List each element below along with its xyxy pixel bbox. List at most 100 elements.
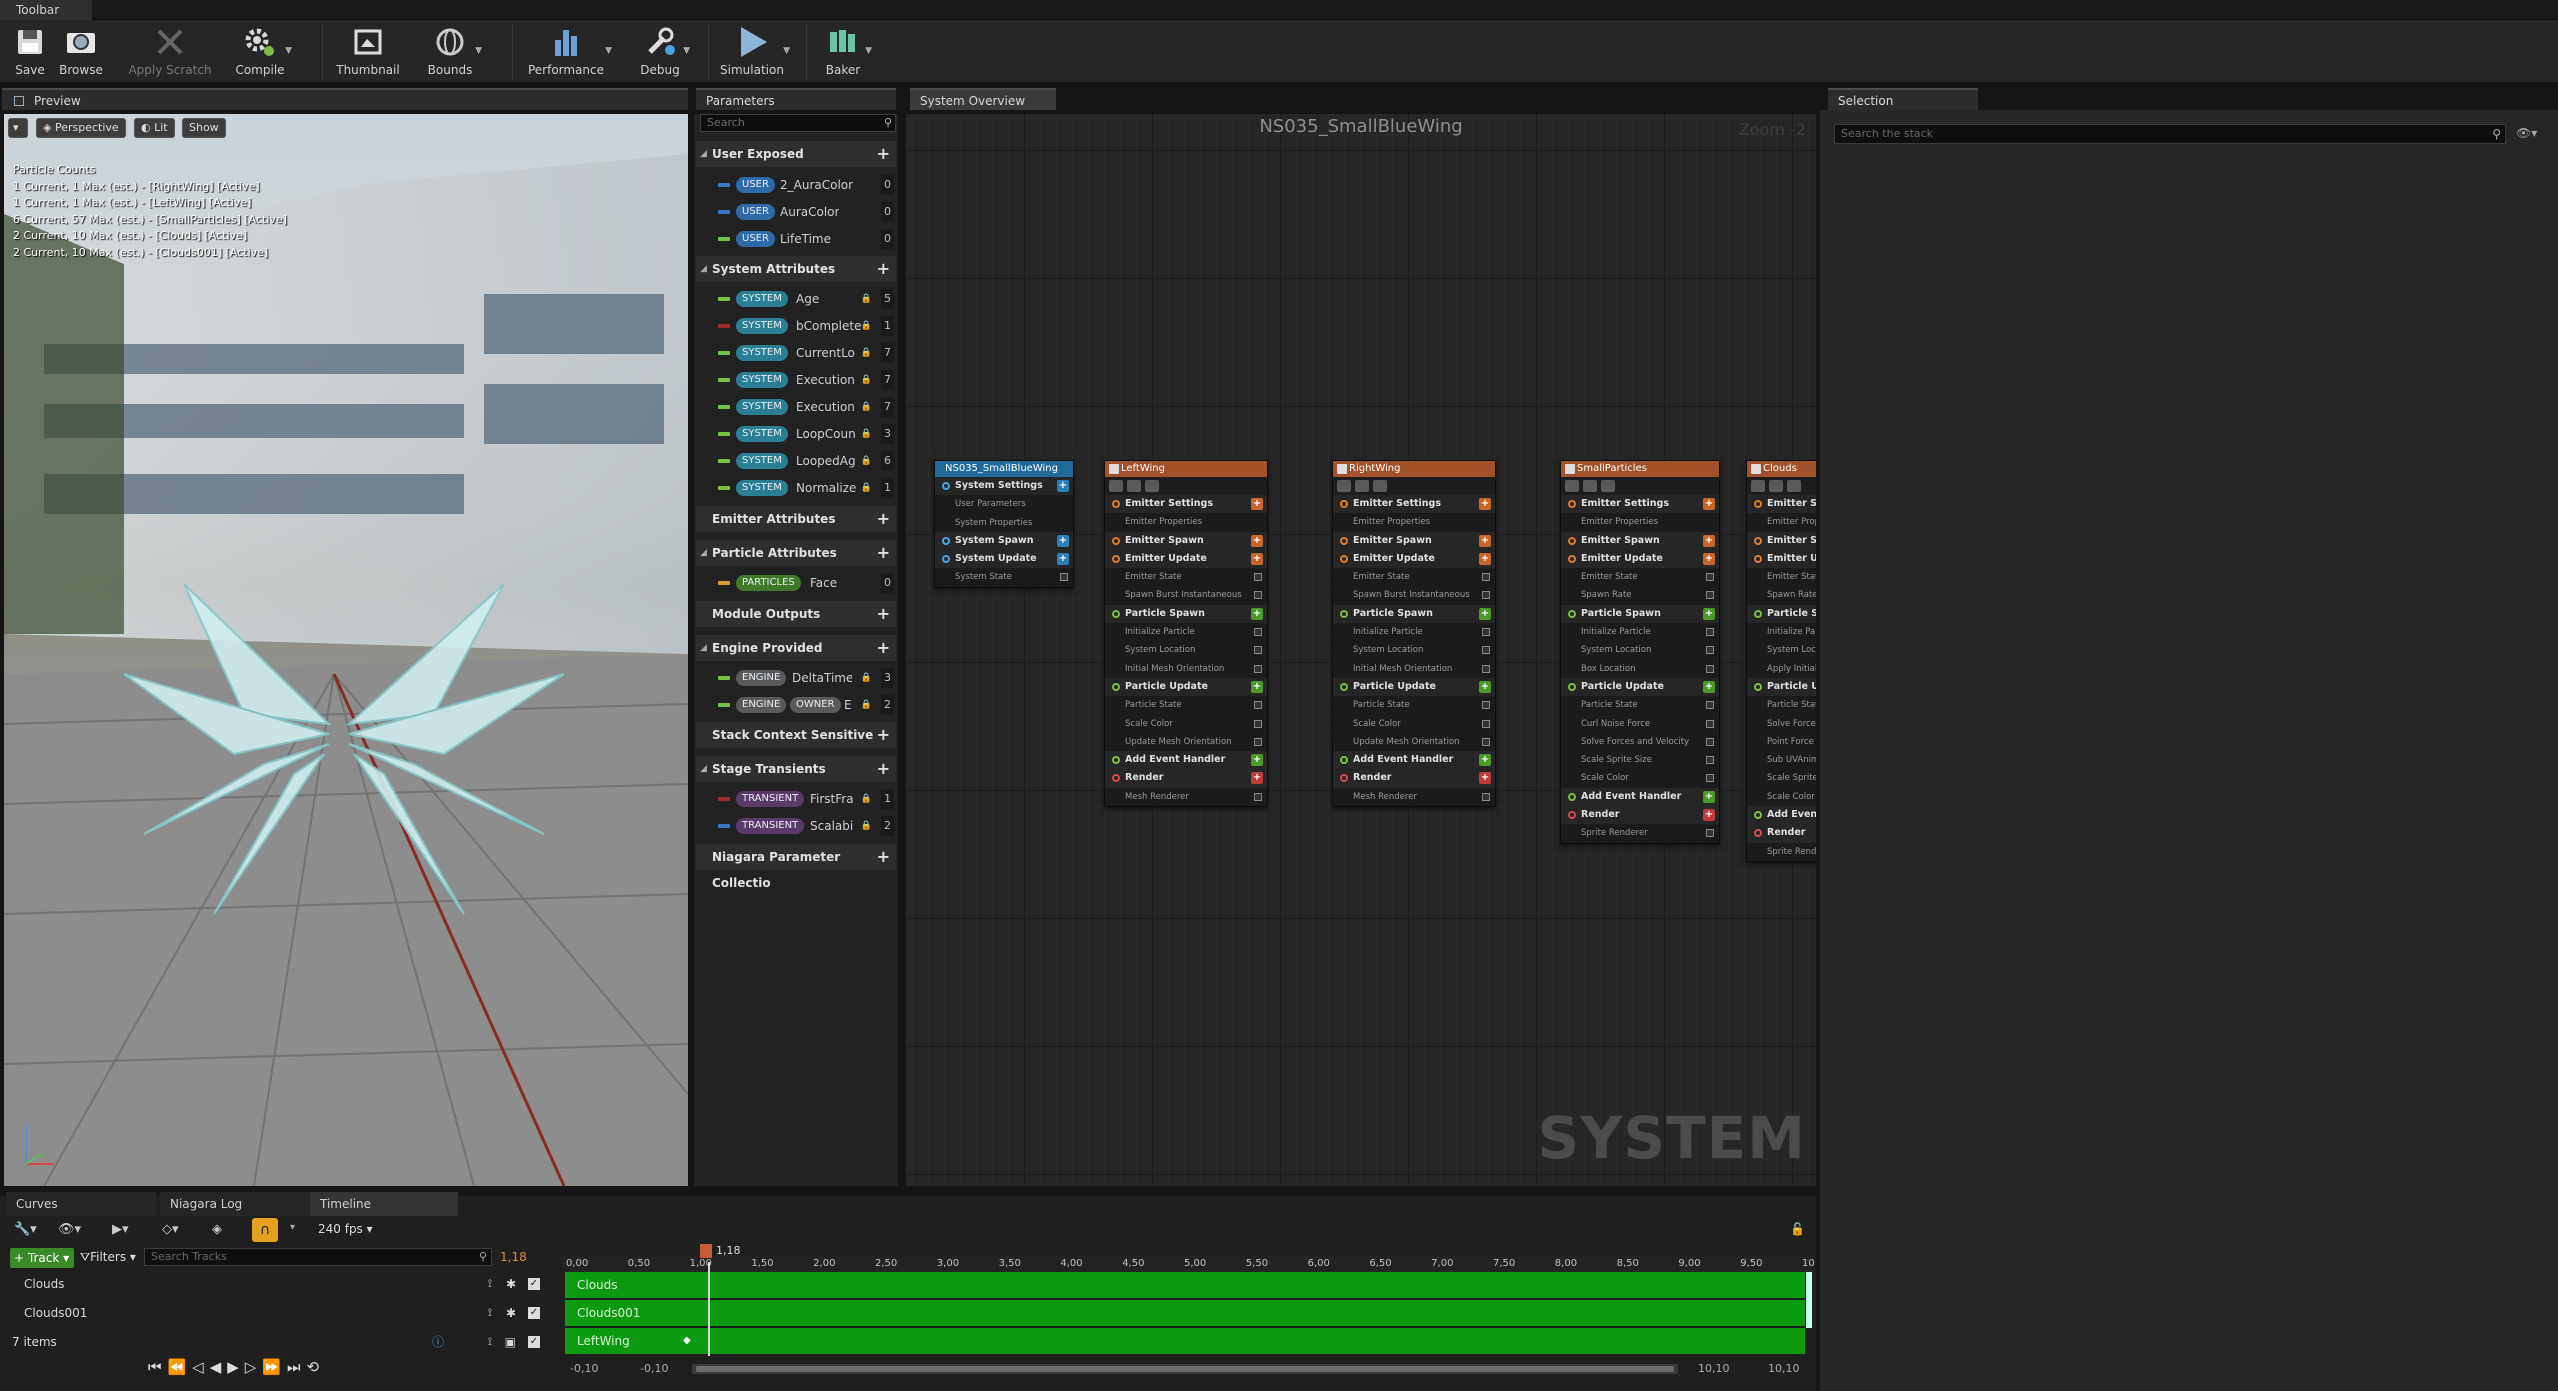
add-module-icon[interactable]: + (1479, 754, 1491, 767)
stack-group[interactable]: Emitter Update + (1561, 549, 1719, 569)
save-button[interactable]: Save (8, 20, 52, 84)
stack-group[interactable]: Emitter Settings + (1333, 495, 1495, 514)
stack-item[interactable]: Initial Mesh Orientation (1105, 659, 1267, 678)
viewport-options-button[interactable]: ▾ (8, 118, 28, 138)
enable-checkbox[interactable] (1706, 756, 1714, 765)
enable-checkbox[interactable] (1706, 829, 1714, 838)
stack-item[interactable]: System Loc (1747, 641, 1816, 660)
add-module-icon[interactable]: + (1057, 534, 1069, 547)
emitter-node[interactable]: SmallParticles Emitter Settings + Emitter P… (1560, 460, 1720, 844)
lock-icon[interactable]: 🔓 (1790, 1222, 1805, 1236)
stack-group[interactable]: Render + (1105, 769, 1267, 788)
add-module-icon[interactable]: + (1479, 534, 1491, 547)
stack-item[interactable]: Update Mesh Orientation (1333, 732, 1495, 752)
stack-group[interactable]: Emitter Update + (1105, 549, 1267, 569)
keyframe-icon[interactable]: ◆ (683, 1328, 691, 1354)
parameter-row[interactable]: USER AuraColor 0 (696, 199, 896, 225)
stack-item[interactable]: Spawn Burst Instantaneous (1105, 586, 1267, 605)
enable-checkbox[interactable] (1751, 464, 1761, 474)
collapse-triangle-icon[interactable]: ◢ (700, 540, 707, 566)
stack-item[interactable]: System Location (1333, 641, 1495, 660)
add-module-icon[interactable]: + (1251, 534, 1263, 547)
enable-checkbox[interactable] (1706, 701, 1714, 710)
parameters-search-input[interactable]: Search ⚲ (700, 114, 896, 132)
scratch-icon[interactable] (1601, 480, 1615, 492)
add-module-icon[interactable]: + (1703, 534, 1715, 547)
stack-group[interactable]: Emitter Set (1747, 495, 1816, 514)
parameter-row[interactable]: SYSTEM CurrentLo 🔒 7 (696, 340, 896, 366)
stack-item[interactable]: System Location (1561, 641, 1719, 660)
compile-dropdown-icon[interactable]: ▼ (285, 46, 292, 56)
stack-item[interactable]: System State (935, 568, 1073, 587)
enable-checkbox[interactable] (1482, 792, 1490, 801)
add-module-icon[interactable]: + (1703, 680, 1715, 693)
range-end-value[interactable]: 10,10 (1768, 1362, 1800, 1375)
stack-group[interactable]: Particle Up (1747, 677, 1816, 697)
add-module-icon[interactable]: + (1703, 809, 1715, 822)
key-icon[interactable]: ◇▾ (162, 1222, 179, 1237)
stack-item[interactable]: Initial Mesh Orientation (1333, 659, 1495, 678)
simulation-dropdown-icon[interactable]: ▼ (783, 46, 790, 56)
enable-checkbox[interactable] (1706, 646, 1714, 655)
preview-tab[interactable]: Preview (2, 88, 688, 110)
wrench-icon[interactable]: 🔧▾ (14, 1222, 37, 1237)
parameter-row[interactable]: SYSTEM Execution 🔒 7 (696, 394, 896, 420)
scrollbar-thumb[interactable] (696, 1366, 1674, 1372)
parameter-row[interactable]: SYSTEM Normalize 🔒 1 (696, 475, 896, 501)
emitter-node[interactable]: RightWing Emitter Settings + Emitter Proper… (1332, 460, 1496, 808)
stack-item[interactable]: Emitter Properties (1333, 513, 1495, 532)
enable-checkbox[interactable] (1060, 573, 1068, 582)
snap-magnet-icon[interactable]: ∩ (252, 1218, 278, 1242)
stack-item[interactable]: Emitter Properties (1105, 513, 1267, 532)
pin-icon[interactable] (1565, 480, 1579, 492)
scratch-icon[interactable] (1145, 480, 1159, 492)
parameter-row[interactable]: TRANSIENT Scalabi 🔒 2 (696, 813, 896, 839)
eye-icon[interactable]: 👁▾ (58, 1222, 81, 1237)
add-module-icon[interactable]: + (1251, 552, 1263, 565)
add-module-icon[interactable]: + (1479, 498, 1491, 510)
range-start-value[interactable]: -0,10 (570, 1362, 598, 1375)
emitter-node[interactable]: LeftWing Emitter Settings + Emitter Propert… (1104, 460, 1268, 808)
thumbnail-button[interactable]: Thumbnail (336, 20, 400, 84)
debug-button[interactable]: Debug ▼ (636, 20, 690, 84)
camera-icon[interactable]: ▣ (505, 1328, 516, 1356)
add-parameter-icon[interactable]: + (877, 540, 890, 566)
enable-checkbox[interactable] (1482, 664, 1490, 673)
add-parameter-icon[interactable]: + (877, 601, 890, 627)
enable-checkbox[interactable]: ✓ (528, 1278, 540, 1290)
timeline-ruler[interactable]: 0,00 0,50 1,00 1,50 2,00 2,50 3,00 3,50 4,00 4,50… (562, 1255, 1815, 1273)
bounds-dropdown-icon[interactable]: ▼ (475, 46, 482, 56)
solo-icon[interactable]: ✱ (506, 1270, 516, 1298)
node-header[interactable]: SmallParticles (1561, 461, 1719, 477)
play-options-icon[interactable]: ▶▾ (112, 1222, 129, 1237)
stack-group[interactable]: Emitter Up (1747, 549, 1816, 569)
enable-checkbox[interactable] (1254, 628, 1262, 637)
track-row-leftwing[interactable]: 7 items ⓘ ⟟ ▣ ✓ (8, 1328, 548, 1356)
track-row-clouds001[interactable]: Clouds001 ⟟ ✱ ✓ (8, 1299, 548, 1327)
stack-group[interactable]: Add Event Handler + (1105, 751, 1267, 770)
performance-button[interactable]: Performance ▼ (526, 20, 612, 84)
category-particle-attributes[interactable]: ◢ Particle Attributes + (696, 540, 896, 566)
stack-group[interactable]: Particle Update + (1333, 677, 1495, 697)
stack-group[interactable]: Emitter Settings + (1105, 495, 1267, 514)
scratch-icon[interactable] (1787, 480, 1801, 492)
track-row-clouds[interactable]: Clouds ⟟ ✱ ✓ (8, 1270, 548, 1298)
category-stage-transients[interactable]: ◢ Stage Transients + (696, 756, 896, 782)
pin-icon[interactable] (1751, 480, 1765, 492)
stack-group[interactable]: Add Event I (1747, 806, 1816, 825)
collapse-triangle-icon[interactable]: ◢ (700, 256, 707, 282)
track-bar-leftwing[interactable]: LeftWing ◆ (565, 1328, 1805, 1354)
add-parameter-icon[interactable]: + (877, 141, 890, 167)
isolate-icon[interactable] (1355, 480, 1369, 492)
enable-checkbox[interactable] (1254, 737, 1262, 746)
compile-button[interactable]: Compile ▼ (234, 20, 292, 84)
tab-timeline[interactable]: Timeline (310, 1192, 458, 1216)
parameter-row[interactable]: PARTICLES Face 0 (696, 570, 896, 596)
category-system-attributes[interactable]: ◢ System Attributes + (696, 256, 896, 282)
stack-item[interactable]: Emitter Prop (1747, 513, 1816, 532)
pin-icon[interactable]: ⟟ (488, 1270, 492, 1298)
stack-item[interactable]: Spawn Rate (1747, 586, 1816, 605)
tab-curves[interactable]: Curves (6, 1192, 156, 1216)
chevron-down-icon[interactable]: ▾ (290, 1222, 295, 1233)
stack-group[interactable]: Emitter Spawn + (1105, 531, 1267, 550)
